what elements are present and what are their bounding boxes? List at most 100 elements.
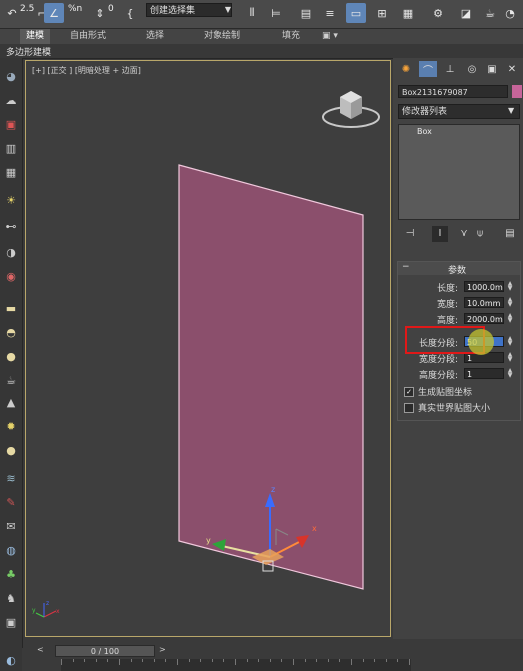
- material-editor-icon[interactable]: ▦: [398, 3, 418, 23]
- sphere-icon[interactable]: ●: [3, 348, 19, 364]
- object-name-field[interactable]: Box2131679087: [398, 85, 508, 98]
- render-icon[interactable]: ☕: [480, 3, 500, 23]
- stack-item-box[interactable]: Box: [417, 127, 432, 136]
- render-setup-icon[interactable]: ⚙: [428, 3, 448, 23]
- configure-sets-icon[interactable]: ▤: [502, 226, 518, 242]
- teapot-icon[interactable]: ◔: [500, 3, 520, 23]
- curve-editor-icon[interactable]: ▭: [346, 3, 366, 23]
- chevron-down-icon[interactable]: ▼: [508, 106, 514, 115]
- motion-tab-icon[interactable]: ◎: [463, 61, 481, 77]
- viewcube-icon[interactable]: [320, 85, 382, 133]
- length-spinner-icon[interactable]: ▲ ▼: [506, 281, 514, 292]
- collapse-icon[interactable]: −: [402, 262, 410, 272]
- show-end-result-icon[interactable]: I: [432, 226, 448, 242]
- envelope-icon[interactable]: ✉: [3, 518, 19, 534]
- cube-icon[interactable]: ▣: [3, 614, 19, 630]
- animal-icon[interactable]: ♞: [3, 590, 19, 606]
- viewport-label[interactable]: [+] [正交 ] [明暗处理 + 边面]: [32, 65, 141, 76]
- remove-modifier-icon[interactable]: ⍦: [472, 226, 488, 242]
- modifier-stack[interactable]: Box: [398, 124, 520, 220]
- pot-icon[interactable]: ☕: [3, 372, 19, 388]
- time-slider[interactable]: 0 / 100: [55, 645, 155, 657]
- next-frame-icon[interactable]: >: [159, 645, 166, 654]
- svg-text:x: x: [56, 608, 60, 615]
- cone-icon[interactable]: ▲: [3, 394, 19, 410]
- selection-set-dropdown[interactable]: 创建选择集: [146, 3, 232, 17]
- brush-icon[interactable]: ✎: [3, 494, 19, 510]
- timeline-tick: [188, 659, 190, 662]
- make-unique-icon[interactable]: ⋎: [456, 226, 472, 242]
- rollout-header[interactable]: − 参数: [398, 262, 520, 276]
- pin-stack-icon[interactable]: ⊣: [402, 226, 418, 242]
- light-icon[interactable]: ☀: [3, 192, 19, 208]
- gizmo-x-label: x: [312, 524, 317, 533]
- grid-icon[interactable]: ▦: [3, 164, 19, 180]
- teapot-icon[interactable]: ◕: [3, 68, 19, 84]
- ribbon-options-button[interactable]: ▣ ▾: [318, 29, 342, 44]
- percent-snap-label[interactable]: %n: [68, 4, 82, 14]
- undo-icon[interactable]: ↶: [2, 3, 22, 23]
- tab-modeling[interactable]: 建模: [20, 29, 50, 44]
- align-icon[interactable]: ⊨: [266, 3, 286, 23]
- document-icon[interactable]: ▥: [3, 140, 19, 156]
- plant-icon[interactable]: ♣: [3, 566, 19, 582]
- real-world-checkbox[interactable]: [404, 403, 414, 413]
- cloud-icon[interactable]: ☁: [3, 92, 19, 108]
- angle-snap-icon[interactable]: ∠: [44, 3, 64, 23]
- width-field[interactable]: 10.0mm: [464, 297, 504, 308]
- mirror-icon[interactable]: ⫴: [242, 3, 262, 23]
- width-label: 宽度:: [436, 300, 458, 310]
- viewport-front[interactable]: z x y z x y [+] [正交 ] [明暗处理 + 边面]: [25, 60, 391, 637]
- layers-icon[interactable]: ▤: [296, 3, 316, 23]
- width-segs-spinner-icon[interactable]: ▲ ▼: [506, 352, 514, 363]
- gizmo-z-label: z: [271, 485, 275, 494]
- real-world-label: 真实世界贴图大小: [418, 404, 491, 414]
- modifier-list-dropdown[interactable]: 修改器列表: [398, 104, 520, 119]
- modify-tab-icon[interactable]: ⌒: [419, 61, 437, 77]
- globe-icon[interactable]: ◍: [3, 542, 19, 558]
- tab-populate[interactable]: 填充: [276, 29, 306, 44]
- schematic-icon[interactable]: ⊞: [372, 3, 392, 23]
- display-tab-icon[interactable]: ▣: [483, 61, 501, 77]
- left-toolbar: ◕ ☁ ▣ ▥ ▦ ☀ ⊷ ◑ ◉ ▬ ◓ ● ☕ ▲ ✹ ● ≋ ✎ ✉ ◍ …: [0, 58, 23, 648]
- create-tab-icon[interactable]: ✺: [397, 61, 415, 77]
- timeline-tick: [351, 659, 352, 665]
- hierarchy-tab-icon[interactable]: ⊥: [441, 61, 459, 77]
- particle-icon[interactable]: ◉: [3, 268, 19, 284]
- box-icon[interactable]: ▬: [3, 300, 19, 316]
- scene-explorer-icon[interactable]: ≡: [320, 3, 340, 23]
- spinner-snap-icon[interactable]: ⇕: [90, 3, 110, 23]
- tab-freeform[interactable]: 自由形式: [68, 29, 108, 44]
- height-field[interactable]: 2000.0mm: [464, 313, 504, 324]
- tab-selection[interactable]: 选择: [140, 29, 170, 44]
- object-color-swatch[interactable]: [512, 85, 522, 98]
- tab-object-paint[interactable]: 对象绘制: [200, 29, 244, 44]
- width-spinner-icon[interactable]: ▲ ▼: [506, 297, 514, 308]
- timeline-tick: [84, 659, 86, 662]
- chevron-down-icon[interactable]: ▼: [222, 3, 234, 17]
- height-segs-spinner-icon[interactable]: ▲ ▼: [506, 368, 514, 379]
- image-icon[interactable]: ▣: [3, 116, 19, 132]
- camera-icon[interactable]: ⊷: [3, 218, 19, 234]
- svg-text:y: y: [32, 607, 36, 614]
- timeline-tick: [119, 659, 120, 665]
- gen-mapping-checkbox[interactable]: ✓: [404, 387, 414, 397]
- edit-named-sets-icon[interactable]: {: [120, 3, 140, 23]
- height-segs-field[interactable]: 1: [464, 368, 504, 379]
- scene-canvas[interactable]: z x y z x y: [26, 61, 392, 638]
- sun-icon[interactable]: ✹: [3, 418, 19, 434]
- length-field[interactable]: 1000.0mm: [464, 281, 504, 292]
- script-icon[interactable]: ◐: [3, 652, 19, 668]
- polygon-modeling-label[interactable]: 多边形建模: [6, 45, 51, 58]
- rendered-frame-icon[interactable]: ◪: [456, 3, 476, 23]
- prev-frame-icon[interactable]: <: [37, 645, 44, 654]
- dome-icon[interactable]: ◓: [3, 324, 19, 340]
- length-segs-spinner-icon[interactable]: ▲ ▼: [506, 336, 514, 347]
- height-spinner-icon[interactable]: ▲ ▼: [506, 313, 514, 324]
- timeline-tick: [130, 659, 132, 662]
- wave-icon[interactable]: ≋: [3, 470, 19, 486]
- helper-icon[interactable]: ◑: [3, 244, 19, 260]
- disc-icon[interactable]: ●: [3, 442, 19, 458]
- utilities-tab-icon[interactable]: ✕: [503, 61, 521, 77]
- timeline-track[interactable]: [61, 659, 411, 671]
